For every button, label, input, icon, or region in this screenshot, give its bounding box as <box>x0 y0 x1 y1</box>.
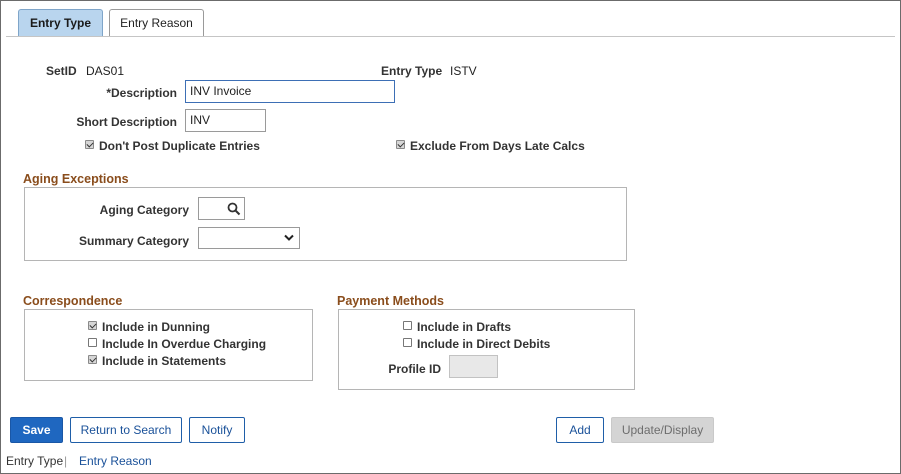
notify-button[interactable]: Notify <box>189 417 245 443</box>
summary-category-label: Summary Category <box>78 234 189 248</box>
short-description-field[interactable]: INV <box>185 109 266 132</box>
summary-category-select[interactable] <box>198 227 300 249</box>
dont-post-duplicate-label: Don't Post Duplicate Entries <box>99 139 260 153</box>
setid-value: DAS01 <box>86 64 125 78</box>
entry-type-value: ISTV <box>450 64 477 78</box>
add-button[interactable]: Add <box>556 417 604 443</box>
include-overdue-charging-checkbox[interactable] <box>88 338 97 347</box>
correspondence-title: Correspondence <box>23 294 123 308</box>
update-display-button: Update/Display <box>611 417 714 443</box>
include-drafts-checkbox[interactable] <box>403 321 412 330</box>
exclude-days-late-checkbox[interactable] <box>396 140 405 149</box>
save-button[interactable]: Save <box>10 417 63 443</box>
return-to-search-button[interactable]: Return to Search <box>70 417 182 443</box>
dont-post-duplicate-checkbox[interactable] <box>85 140 94 149</box>
aging-exceptions-title: Aging Exceptions <box>23 172 129 186</box>
aging-category-field[interactable] <box>198 197 245 220</box>
short-description-label: Short Description <box>76 115 177 129</box>
profile-id-label: Profile ID <box>388 362 441 376</box>
description-label: *Description <box>106 86 177 100</box>
tab-divider <box>6 36 895 37</box>
aging-exceptions-box <box>24 187 627 261</box>
payment-methods-title: Payment Methods <box>337 294 444 308</box>
entry-type-label: Entry Type <box>381 64 443 78</box>
tab-entry-type[interactable]: Entry Type <box>18 9 103 36</box>
tab-entry-reason[interactable]: Entry Reason <box>109 9 204 36</box>
search-icon[interactable] <box>227 202 241 216</box>
include-statements-label: Include in Statements <box>102 354 227 368</box>
include-direct-debits-checkbox[interactable] <box>403 338 412 347</box>
include-direct-debits-label: Include in Direct Debits <box>417 337 551 351</box>
include-dunning-checkbox[interactable] <box>88 321 97 330</box>
exclude-days-late-label: Exclude From Days Late Calcs <box>410 139 585 153</box>
footer-entry-type: Entry Type <box>6 454 64 468</box>
include-drafts-label: Include in Drafts <box>417 320 512 334</box>
chevron-down-icon <box>284 234 294 241</box>
include-dunning-label: Include in Dunning <box>102 320 210 334</box>
footer-entry-reason-link[interactable]: Entry Reason <box>79 454 152 468</box>
include-statements-checkbox[interactable] <box>88 355 97 364</box>
description-field[interactable]: INV Invoice <box>185 80 395 103</box>
setid-label: SetID <box>46 64 77 78</box>
footer-separator: | <box>64 454 68 468</box>
include-overdue-charging-label: Include In Overdue Charging <box>102 337 267 351</box>
aging-category-label: Aging Category <box>99 203 189 217</box>
profile-id-field <box>449 355 498 378</box>
